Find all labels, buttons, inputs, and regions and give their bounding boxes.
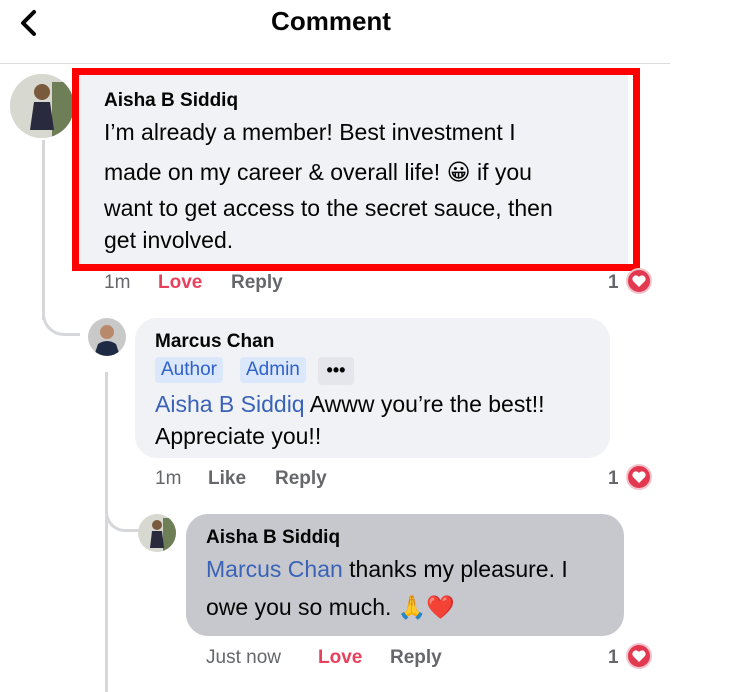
- heart-reaction-icon: [626, 643, 652, 669]
- avatar[interactable]: [10, 74, 74, 138]
- comment-text-line: I’m already a member! Best investment I: [104, 119, 516, 145]
- thread-line-reply: [105, 372, 108, 692]
- love-button[interactable]: Love: [318, 647, 362, 669]
- admin-badge: Admin: [240, 357, 306, 383]
- profile-photo: [88, 318, 126, 356]
- comment-author[interactable]: Aisha B Siddiq: [104, 90, 238, 112]
- comment-author[interactable]: Marcus Chan: [155, 331, 274, 353]
- comment-text: thanks my pleasure. I: [342, 556, 568, 582]
- heart-reaction-icon: [626, 464, 652, 490]
- page-title: Comment: [271, 6, 391, 36]
- comment-text-line: Marcus Chan thanks my pleasure. I: [206, 551, 568, 587]
- comment-text-line: Aisha B Siddiq Awww you’re the best!!: [155, 386, 545, 422]
- profile-photo: [10, 74, 74, 138]
- comment-timestamp: 1m: [104, 272, 131, 293]
- reply-button[interactable]: Reply: [390, 647, 442, 669]
- avatar[interactable]: [88, 318, 126, 356]
- header-divider: [0, 63, 670, 64]
- thread-curve: [42, 296, 80, 336]
- reply-button[interactable]: Reply: [231, 272, 283, 294]
- profile-photo: [138, 514, 176, 552]
- comment-text-line: owe you so much. 🙏❤️: [206, 594, 456, 620]
- comment-text: Awww you’re the best!!: [304, 391, 545, 417]
- thread-line-main: [42, 140, 45, 320]
- comment-timestamp: 1m: [155, 468, 182, 489]
- thread-curve-reply: [105, 496, 139, 532]
- reaction-count[interactable]: 1: [608, 468, 619, 490]
- comment-timestamp: Just now: [206, 647, 281, 668]
- author-badge: Author: [155, 357, 223, 383]
- comment-text-line: made on my career & overall life! 😀 if y…: [104, 159, 532, 185]
- heart-reaction-icon: [626, 268, 652, 294]
- mention-link[interactable]: Marcus Chan: [206, 556, 343, 582]
- comment-text-line: Appreciate you!!: [155, 423, 322, 449]
- reaction-count[interactable]: 1: [608, 272, 619, 294]
- reaction-count[interactable]: 1: [608, 647, 619, 669]
- mention-link[interactable]: Aisha B Siddiq: [155, 391, 305, 417]
- comment-text-line: get involved.: [104, 227, 234, 253]
- avatar[interactable]: [138, 514, 176, 552]
- comment-author[interactable]: Aisha B Siddiq: [206, 527, 340, 549]
- comment-text-line: want to get access to the secret sauce, …: [104, 195, 553, 221]
- reply-button[interactable]: Reply: [275, 468, 327, 490]
- more-options-button[interactable]: •••: [318, 357, 354, 385]
- like-button[interactable]: Like: [208, 468, 246, 490]
- love-button[interactable]: Love: [158, 272, 202, 294]
